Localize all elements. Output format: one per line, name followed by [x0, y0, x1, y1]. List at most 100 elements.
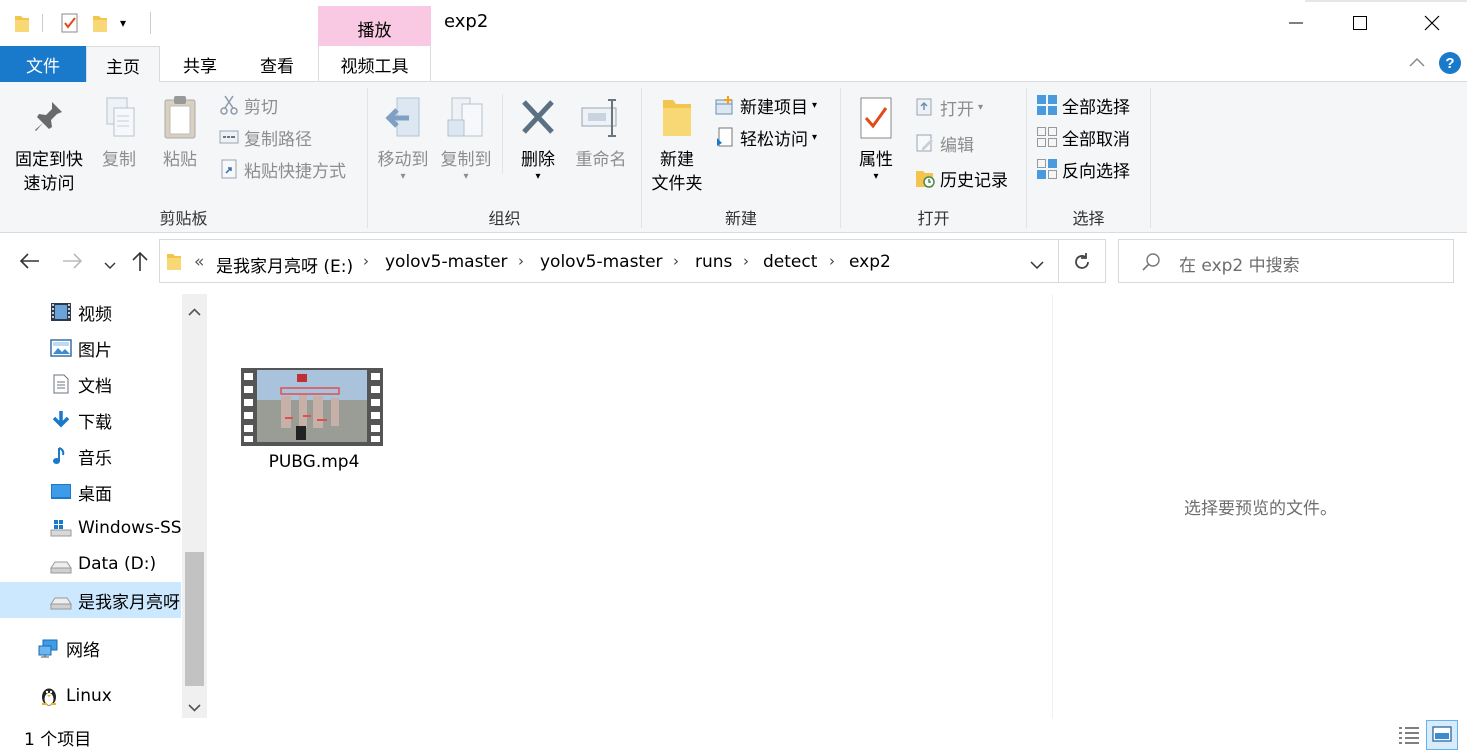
- delete-label: 删除: [521, 150, 555, 170]
- select-none-button[interactable]: 全部取消: [1036, 123, 1130, 151]
- breadcrumb-chevron-icon[interactable]: ›: [673, 252, 679, 270]
- nav-label: 网络: [66, 640, 100, 661]
- breadcrumb-runs[interactable]: runs: [695, 252, 732, 272]
- search-box[interactable]: 在 exp2 中搜索: [1118, 239, 1454, 283]
- preview-pane: 选择要预览的文件。: [1052, 294, 1467, 718]
- breadcrumb-yolov5-master[interactable]: yolov5-master: [385, 252, 508, 272]
- breadcrumb-chevron-icon[interactable]: ›: [829, 252, 835, 270]
- move-to-label: 移动到: [377, 150, 429, 170]
- copy-path-button[interactable]: 复制路径: [218, 123, 312, 151]
- history-button[interactable]: 历史记录: [914, 164, 1008, 192]
- paste-shortcut-label: 粘贴快捷方式: [244, 161, 346, 182]
- copy-icon: [106, 97, 135, 137]
- scrollbar-thumb[interactable]: [185, 552, 204, 686]
- linux-penguin-icon: [42, 688, 56, 706]
- delete-button[interactable]: 删除 ▾: [510, 94, 566, 182]
- group-label-select: 选择: [1072, 209, 1105, 228]
- easy-access-button[interactable]: 轻松访问 ▾: [714, 123, 817, 151]
- cut-button[interactable]: 剪切: [218, 91, 278, 119]
- customize-quick-access-icon[interactable]: ▾: [120, 16, 126, 38]
- pin-label-1: 固定到快: [15, 150, 83, 170]
- edit-button[interactable]: 编辑: [914, 129, 974, 157]
- nav-label: 视频: [78, 304, 112, 325]
- paste-shortcut-icon: [221, 159, 237, 179]
- details-view-icon[interactable]: [1397, 724, 1421, 750]
- select-all-button[interactable]: 全部选择: [1036, 91, 1130, 119]
- nav-scrollbar[interactable]: [182, 294, 207, 718]
- up-icon[interactable]: [130, 250, 150, 276]
- copy-to-button[interactable]: 复制到 ▾: [435, 94, 497, 182]
- pin-quick-access-button[interactable]: 固定到快 速访问: [10, 98, 88, 196]
- breadcrumb-yolov5-master-inner[interactable]: yolov5-master: [540, 252, 663, 272]
- nav-item-data-drive[interactable]: Data (D:): [0, 546, 181, 582]
- help-icon[interactable]: ?: [1438, 51, 1462, 79]
- tab-video-tools[interactable]: 视频工具: [318, 46, 431, 82]
- select-all-icon: [1037, 95, 1057, 115]
- pin-label-2: 速访问: [23, 174, 75, 194]
- breadcrumb-chevron-icon[interactable]: ›: [743, 252, 749, 270]
- minimize-button[interactable]: [1262, 0, 1330, 46]
- tab-home[interactable]: 主页: [86, 46, 160, 83]
- breadcrumb-drive[interactable]: 是我家月亮呀 (E:): [216, 252, 353, 277]
- rename-button[interactable]: 重命名: [568, 94, 634, 172]
- folder-icon: [166, 250, 182, 276]
- breadcrumb-detect[interactable]: detect: [763, 252, 817, 272]
- rename-icon: [581, 99, 617, 137]
- invert-selection-button[interactable]: 反向选择: [1036, 155, 1130, 183]
- nav-item-windows-ssd[interactable]: Windows-SSD: [0, 510, 181, 546]
- pictures-icon: [50, 339, 72, 357]
- back-icon[interactable]: [18, 251, 40, 275]
- invert-selection-label: 反向选择: [1062, 161, 1130, 182]
- group-separator: [1150, 88, 1151, 228]
- breadcrumb-chevron-icon[interactable]: ›: [363, 252, 369, 270]
- address-dropdown-icon[interactable]: [1029, 256, 1045, 275]
- close-button[interactable]: [1398, 0, 1466, 46]
- new-item-button[interactable]: 新建项目 ▾: [714, 91, 817, 119]
- maximize-button[interactable]: [1326, 0, 1394, 46]
- properties-button[interactable]: 属性 ▾: [848, 94, 904, 182]
- breadcrumb-chevron-icon[interactable]: ›: [518, 252, 524, 270]
- address-bar[interactable]: « 是我家月亮呀 (E:) › yolov5-master › yolov5-m…: [159, 239, 1106, 283]
- large-icons-view-icon[interactable]: [1426, 720, 1458, 750]
- paste-shortcut-button[interactable]: 粘贴快捷方式: [218, 155, 346, 183]
- scroll-down-icon[interactable]: [188, 698, 201, 717]
- forward-icon[interactable]: [62, 251, 84, 275]
- dropdown-arrow-icon: ▾: [463, 171, 469, 182]
- paste-button[interactable]: 粘贴: [152, 94, 208, 172]
- breadcrumb-overflow[interactable]: «: [194, 252, 204, 272]
- tab-share[interactable]: 共享: [164, 46, 236, 82]
- new-folder-button[interactable]: 新建 文件夹: [646, 94, 708, 196]
- nav-item-documents[interactable]: 文档: [0, 366, 181, 402]
- nav-item-videos[interactable]: 视频: [0, 294, 181, 330]
- nav-item-desktop[interactable]: 桌面: [0, 474, 181, 510]
- nav-item-linux[interactable]: Linux: [0, 678, 181, 714]
- search-icon: [1141, 252, 1161, 276]
- copy-path-icon: [219, 130, 239, 144]
- nav-item-pictures[interactable]: 图片: [0, 330, 181, 366]
- nav-label: 图片: [78, 340, 112, 361]
- nav-item-music[interactable]: 音乐: [0, 438, 181, 474]
- new-folder-quick-icon[interactable]: [92, 12, 108, 34]
- group-separator: [502, 94, 503, 174]
- nav-item-e-drive[interactable]: 是我家月亮呀 (E:): [0, 582, 181, 618]
- nav-item-network[interactable]: 网络: [0, 630, 181, 666]
- open-button[interactable]: 打开 ▾: [914, 93, 983, 121]
- recent-locations-icon[interactable]: [104, 256, 116, 275]
- invert-selection-icon: [1037, 159, 1057, 179]
- tab-view[interactable]: 查看: [240, 46, 314, 82]
- nav-label: 下载: [78, 412, 112, 433]
- copy-button[interactable]: 复制: [92, 94, 146, 172]
- scroll-up-icon[interactable]: [188, 302, 201, 321]
- nav-item-downloads[interactable]: 下载: [0, 402, 181, 438]
- file-item[interactable]: PUBG.mp4: [241, 368, 387, 478]
- documents-icon: [53, 374, 69, 394]
- rename-label: 重命名: [575, 150, 627, 170]
- breadcrumb-exp2[interactable]: exp2: [849, 252, 891, 272]
- refresh-icon[interactable]: [1072, 252, 1092, 276]
- collapse-ribbon-icon[interactable]: [1408, 54, 1426, 76]
- move-to-button[interactable]: 移动到 ▾: [372, 94, 434, 182]
- separator: [150, 12, 151, 34]
- group-label-open: 打开: [917, 209, 950, 228]
- tab-file[interactable]: 文件: [0, 46, 86, 82]
- properties-quick-icon[interactable]: [60, 12, 80, 34]
